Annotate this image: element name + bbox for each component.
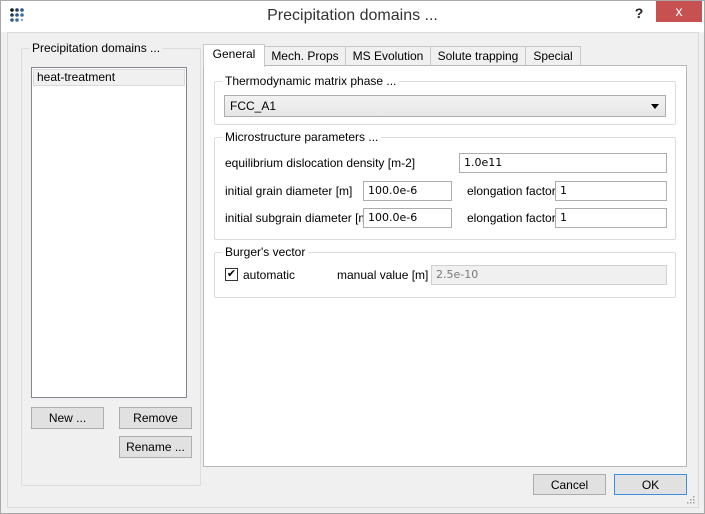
- grain-diameter-label: initial grain diameter [m]: [225, 184, 353, 198]
- list-item[interactable]: heat-treatment: [33, 69, 185, 86]
- dropdown-arrow-icon: [651, 104, 659, 109]
- title-bar[interactable]: Precipitation domains ... ? x: [1, 1, 704, 32]
- manual-value-input[interactable]: 2.5e-10: [431, 265, 667, 285]
- tab-special[interactable]: Special: [525, 46, 581, 66]
- subgrain-diameter-input[interactable]: 100.0e-6: [363, 208, 452, 228]
- automatic-label[interactable]: automatic: [243, 268, 295, 282]
- general-tab-pane: Thermodynamic matrix phase ... FCC_A1 Mi…: [203, 65, 687, 467]
- cancel-button[interactable]: Cancel: [533, 474, 606, 495]
- matrix-phase-group-title: Thermodynamic matrix phase ...: [222, 74, 400, 88]
- dialog-window: Precipitation domains ... ? x Precipitat…: [0, 0, 705, 514]
- close-button[interactable]: x: [656, 1, 702, 22]
- ok-button[interactable]: OK: [614, 474, 687, 495]
- matrix-phase-group: Thermodynamic matrix phase ... FCC_A1: [214, 74, 676, 125]
- matrix-phase-select[interactable]: FCC_A1: [224, 95, 666, 117]
- precipitation-domains-group: Precipitation domains ... heat-treatment…: [21, 41, 201, 486]
- rename-button[interactable]: Rename ...: [119, 436, 192, 458]
- subgrain-elongation-input[interactable]: 1: [555, 208, 667, 228]
- remove-button[interactable]: Remove: [119, 407, 192, 429]
- burgers-vector-group: Burger's vector ✔ automatic manual value…: [214, 245, 676, 298]
- resize-grip-icon[interactable]: [687, 496, 695, 504]
- tab-solute-trapping[interactable]: Solute trapping: [430, 46, 526, 66]
- matrix-phase-selected-value: FCC_A1: [230, 99, 277, 113]
- subgrain-elongation-label: elongation factor: [467, 211, 556, 225]
- new-button[interactable]: New ...: [31, 407, 104, 429]
- dislocation-density-input[interactable]: 1.0e11: [459, 153, 667, 173]
- burgers-vector-group-title: Burger's vector: [222, 245, 309, 259]
- microstructure-group-title: Microstructure parameters ...: [222, 130, 382, 144]
- manual-value-label: manual value [m]: [337, 268, 429, 282]
- subgrain-diameter-label: initial subgrain diameter [m]: [225, 211, 372, 225]
- tab-mech-props[interactable]: Mech. Props: [264, 46, 346, 66]
- grain-elongation-input[interactable]: 1: [555, 181, 667, 201]
- automatic-checkbox[interactable]: ✔: [225, 268, 238, 281]
- grain-diameter-input[interactable]: 100.0e-6: [363, 181, 452, 201]
- window-title: Precipitation domains ...: [267, 7, 438, 24]
- tab-ms-evolution[interactable]: MS Evolution: [345, 46, 431, 66]
- help-button[interactable]: ?: [629, 4, 649, 24]
- precipitation-domains-group-title: Precipitation domains ...: [29, 41, 164, 55]
- tab-general[interactable]: General: [203, 44, 265, 67]
- dialog-client-area: Precipitation domains ... heat-treatment…: [7, 32, 699, 508]
- grain-elongation-label: elongation factor: [467, 184, 556, 198]
- microstructure-group: Microstructure parameters ... equilibriu…: [214, 130, 676, 240]
- dislocation-density-label: equilibrium dislocation density [m-2]: [225, 156, 416, 170]
- domains-listbox[interactable]: heat-treatment: [31, 67, 187, 398]
